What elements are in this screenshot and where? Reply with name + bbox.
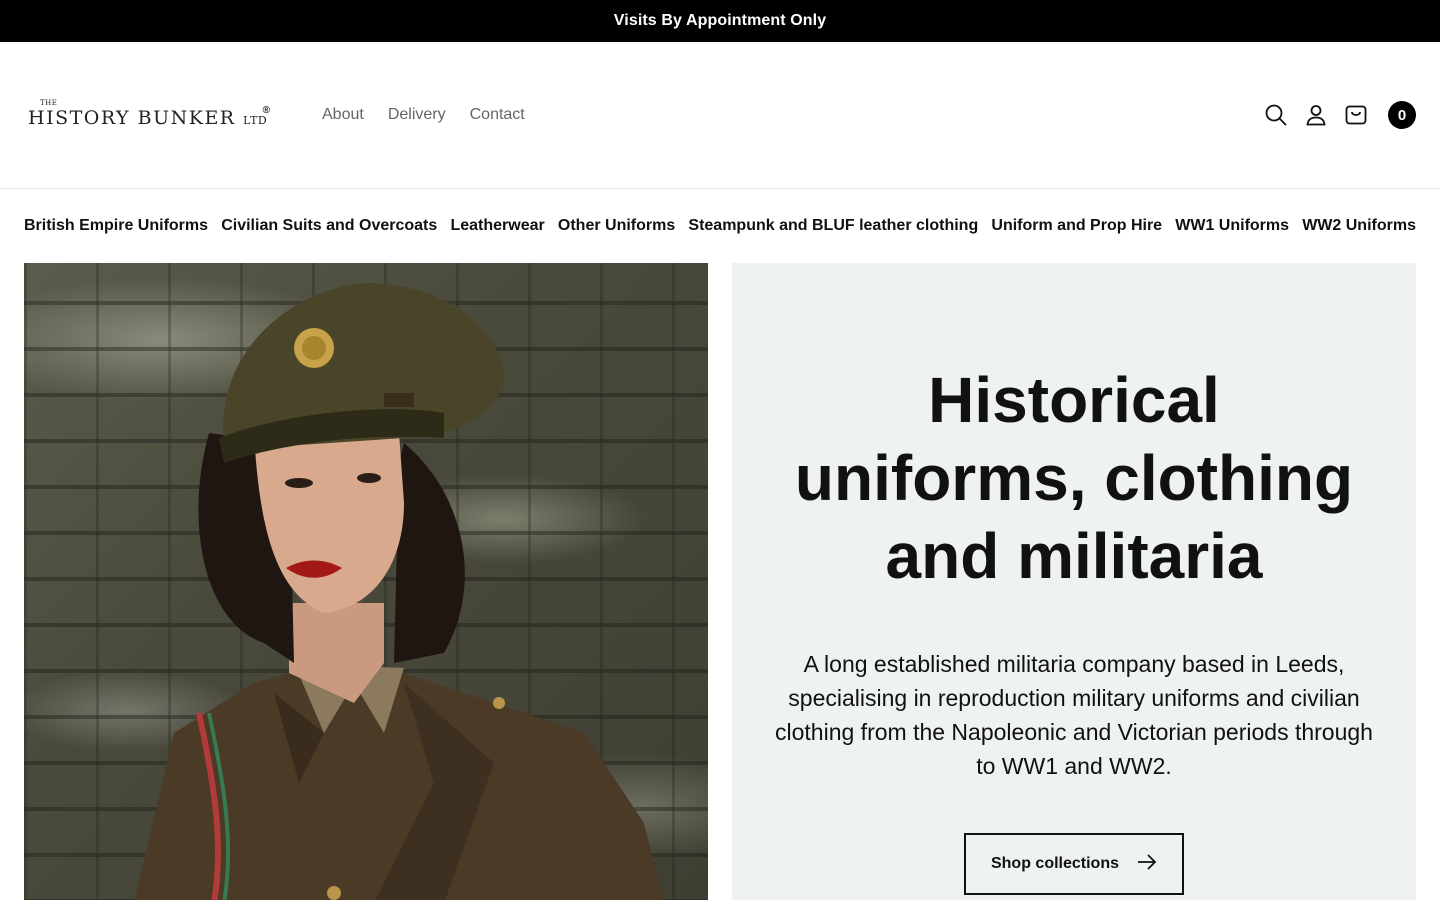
collection-ww2-uniforms[interactable]: WW2 Uniforms (1302, 217, 1416, 235)
collection-british-empire-uniforms[interactable]: British Empire Uniforms (24, 217, 208, 235)
hero-title: Historical uniforms, clothing and milita… (794, 364, 1354, 592)
logo-name: HISTORY BUNKER (28, 106, 236, 129)
collection-uniform-prop-hire[interactable]: Uniform and Prop Hire (991, 217, 1162, 235)
nav-about[interactable]: About (322, 106, 364, 124)
nav-delivery[interactable]: Delivery (388, 106, 446, 124)
hero-description: A long established militaria company bas… (775, 651, 1373, 779)
hero-panel: Historical uniforms, clothing and milita… (732, 263, 1416, 900)
shop-collections-label: Shop collections (990, 855, 1119, 872)
hero-section: Historical uniforms, clothing and milita… (0, 263, 1440, 900)
site-header: THE HISTORY BUNKER LTD ® About Delivery … (0, 42, 1440, 189)
hero-image (24, 263, 708, 900)
nav-contact[interactable]: Contact (470, 106, 525, 124)
search-icon[interactable] (1264, 103, 1288, 127)
logo[interactable]: THE HISTORY BUNKER LTD ® (28, 99, 270, 132)
uniformed-woman-figure (134, 283, 664, 900)
collection-other-uniforms[interactable]: Other Uniforms (558, 217, 675, 235)
collection-ww1-uniforms[interactable]: WW1 Uniforms (1175, 217, 1289, 235)
collection-leatherwear[interactable]: Leatherwear (450, 217, 544, 235)
top-nav: About Delivery Contact (322, 106, 525, 124)
logo-registered-mark: ® (262, 104, 270, 116)
collection-steampunk-bluf[interactable]: Steampunk and BLUF leather clothing (688, 217, 978, 235)
logo-wordmark: HISTORY BUNKER LTD (28, 107, 270, 132)
announcement-text: Visits By Appointment Only (613, 12, 827, 29)
header-icons: 0 (1264, 101, 1416, 129)
shop-collections-button[interactable]: Shop collections (964, 833, 1184, 895)
cart-icon[interactable] (1344, 103, 1368, 127)
arrow-right-icon (1137, 853, 1157, 875)
collections-nav: British Empire Uniforms Civilian Suits a… (0, 189, 1440, 263)
user-icon[interactable] (1304, 103, 1328, 127)
announcement-bar: Visits By Appointment Only (0, 0, 1440, 42)
collection-civilian-suits[interactable]: Civilian Suits and Overcoats (221, 217, 437, 235)
cart-count-badge[interactable]: 0 (1388, 101, 1416, 129)
logo-the: THE (40, 98, 58, 107)
